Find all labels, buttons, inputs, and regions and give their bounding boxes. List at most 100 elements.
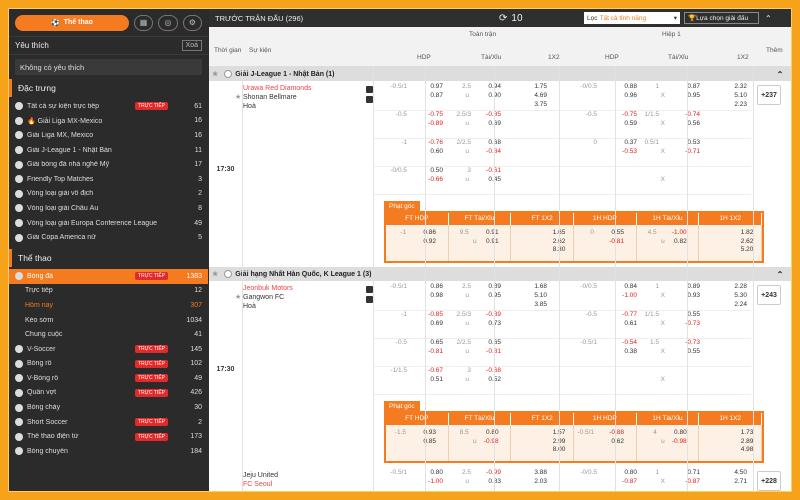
odds-value[interactable]: 2.28 xyxy=(723,283,747,292)
odds-value[interactable]: 0.60 xyxy=(419,148,443,157)
odds-value[interactable]: 3 xyxy=(447,167,471,176)
sidebar-item[interactable]: Trực tiếp 12 xyxy=(9,284,208,299)
home-team[interactable]: Jeju United xyxy=(243,471,373,480)
odds-value[interactable]: 0.89 xyxy=(676,283,700,292)
odds-value[interactable]: -0/0.5 xyxy=(383,167,407,176)
odds-value[interactable]: 5.10 xyxy=(723,92,747,101)
odds-value[interactable]: 0.96 xyxy=(613,92,637,101)
odds-value[interactable]: -0.75 xyxy=(419,111,443,120)
odds-value[interactable]: 2.5 xyxy=(447,469,471,478)
odds-value[interactable]: -1 xyxy=(383,311,407,320)
odds-value[interactable]: 0.80 xyxy=(477,429,499,438)
odds-value[interactable]: -1/1.5 xyxy=(383,367,407,376)
sidebar-item[interactable]: Vòng loại giải Châu Âu 8 xyxy=(9,201,208,216)
odds-value[interactable]: -0.81 xyxy=(419,348,443,357)
odds-value[interactable]: -0.68 xyxy=(477,367,501,376)
odds-value[interactable]: -0.5 xyxy=(383,111,407,120)
odds-value[interactable]: -0.89 xyxy=(477,311,501,320)
sidebar-item[interactable]: Tất cả sự kiện trực tiếp TRỰC TIẾP 61 xyxy=(9,99,208,114)
sidebar-item[interactable]: Giải J-League 1 - Nhật Bản 11 xyxy=(9,143,208,158)
sidebar-item[interactable]: Short Soccer TRỰC TIẾP 2 xyxy=(9,415,208,430)
odds-value[interactable]: 0.55 xyxy=(676,311,700,320)
odds-value[interactable]: -0.53 xyxy=(613,148,637,157)
odds-value[interactable]: -0.98 xyxy=(477,438,499,447)
odds-value[interactable]: -0.5 xyxy=(573,111,597,120)
odds-value[interactable]: 0.80 xyxy=(419,469,443,478)
odds-value[interactable]: -0.54 xyxy=(613,339,637,348)
odds-value[interactable]: 2.32 xyxy=(723,83,747,92)
odds-value[interactable]: 3.88 xyxy=(523,469,547,478)
odds-value[interactable]: 0.82 xyxy=(665,238,687,247)
odds-value[interactable]: 0.53 xyxy=(676,139,700,148)
sidebar-item[interactable]: Thể thao điện tử TRỰC TIẾP 173 xyxy=(9,429,208,444)
odds-value[interactable]: -0.74 xyxy=(676,111,700,120)
sport-button[interactable]: ⚽ Thể thao xyxy=(15,14,129,31)
sidebar-item[interactable]: Chung cuộc 41 xyxy=(9,327,208,342)
odds-value[interactable]: 0.98 xyxy=(419,292,443,301)
odds-value[interactable]: 2.89 xyxy=(709,438,754,447)
odds-value[interactable]: 0.61 xyxy=(613,320,637,329)
away-team[interactable]: Gangwon FC xyxy=(243,293,373,302)
settings-icon[interactable]: ⚙ xyxy=(182,14,203,31)
sidebar-item[interactable]: Giải Copa America nữ 5 xyxy=(9,230,208,245)
odds-value[interactable]: 0.94 xyxy=(477,83,501,92)
odds-value[interactable]: 2/2.5 xyxy=(447,139,471,148)
odds-value[interactable]: -0.61 xyxy=(477,167,501,176)
odds-value[interactable]: 0.62 xyxy=(602,438,624,447)
more-bets-button[interactable]: +237 xyxy=(757,85,781,105)
odds-value[interactable]: 0.91 xyxy=(477,229,499,238)
odds-value[interactable]: -1.00 xyxy=(419,478,443,487)
odds-value[interactable]: 0.51 xyxy=(419,376,443,385)
odds-value[interactable]: 2/2.5 xyxy=(447,339,471,348)
collapse-icon[interactable]: ⌃ xyxy=(765,14,772,23)
odds-value[interactable]: 0.5/1 xyxy=(635,139,659,148)
odds-value[interactable]: 2.5/3 xyxy=(447,111,471,120)
odds-value[interactable]: 1/1.5 xyxy=(635,311,659,320)
odds-value[interactable]: 0.95 xyxy=(676,92,700,101)
odds-value[interactable]: 1 xyxy=(635,469,659,478)
favorite-star-icon[interactable]: ★ xyxy=(235,93,241,101)
odds-value[interactable]: -0.77 xyxy=(613,311,637,320)
odds-value[interactable]: 2.5/3 xyxy=(447,311,471,320)
sidebar-item[interactable]: Vòng loại giải vô địch 2 xyxy=(9,187,208,202)
odds-value[interactable]: 2.5 xyxy=(447,283,471,292)
odds-value[interactable]: 0.91 xyxy=(477,238,499,247)
odds-value[interactable]: 5.10 xyxy=(523,292,547,301)
sidebar-item[interactable]: Bóng chuyền 184 xyxy=(9,444,208,459)
odds-value[interactable]: 0.55 xyxy=(602,229,624,238)
odds-value[interactable]: 0.83 xyxy=(477,478,501,487)
odds-value[interactable]: -0.73 xyxy=(676,320,700,329)
home-team[interactable]: Jeonbuk Motors xyxy=(243,284,373,293)
filter-select[interactable]: Lọc Tất cả tỉnh năng ▾ xyxy=(584,12,680,24)
sidebar-item[interactable]: Vòng loại giải Europa Conference League 4… xyxy=(9,216,208,231)
stats-icon[interactable] xyxy=(366,86,373,93)
sidebar-item[interactable]: Hôm nay 307 xyxy=(9,298,208,313)
star-icon[interactable]: ★ xyxy=(212,270,218,278)
sidebar-item[interactable]: Bóng rổ TRỰC TIẾP 102 xyxy=(9,357,208,372)
odds-value[interactable]: -0/0.5 xyxy=(573,469,597,478)
sidebar-item[interactable]: Giải bóng đá nhà nghề Mỹ 17 xyxy=(9,157,208,172)
collapse-icon[interactable]: ⌃ xyxy=(767,267,791,281)
odds-value[interactable]: 0.87 xyxy=(676,83,700,92)
match-teams[interactable]: Jeju United FC Seoul xyxy=(243,471,373,489)
odds-value[interactable]: -0.81 xyxy=(477,348,501,357)
odds-value[interactable]: -0.84 xyxy=(477,148,501,157)
odds-value[interactable]: 0.90 xyxy=(477,92,501,101)
odds-value[interactable]: 0.69 xyxy=(419,320,443,329)
odds-value[interactable]: 5.20 xyxy=(709,246,754,255)
odds-value[interactable]: -0.5/1 xyxy=(573,339,597,348)
match-teams[interactable]: Jeonbuk Motors Gangwon FC Hoà xyxy=(243,284,373,311)
odds-value[interactable]: -0.76 xyxy=(419,139,443,148)
odds-value[interactable]: -0.73 xyxy=(676,339,700,348)
odds-value[interactable]: 0.59 xyxy=(613,120,637,129)
odds-value[interactable]: 0.65 xyxy=(419,339,443,348)
sidebar-item[interactable]: Bóng đá TRỰC TIẾP 1383 xyxy=(9,268,208,284)
more-bets-button[interactable]: +243 xyxy=(757,285,781,305)
odds-value[interactable]: 3 xyxy=(447,367,471,376)
odds-value[interactable]: 1.75 xyxy=(523,83,547,92)
odds-value[interactable]: 1.82 xyxy=(709,229,754,238)
sidebar-item[interactable]: 🔥 Giải Liga MX-Mexico 16 xyxy=(9,114,208,129)
odds-value[interactable]: 4.98 xyxy=(709,446,754,455)
odds-value[interactable]: -0.98 xyxy=(665,438,687,447)
odds-value[interactable]: -0.75 xyxy=(613,111,637,120)
